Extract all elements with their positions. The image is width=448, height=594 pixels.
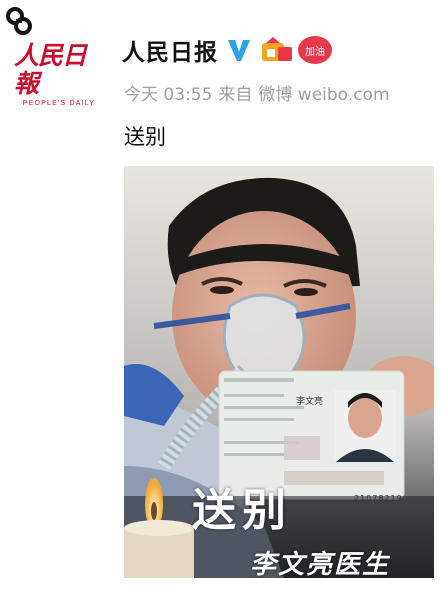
post-time: 今天 03:55 <box>124 85 213 105</box>
verified-v-icon[interactable] <box>226 37 252 63</box>
photo-caption-sub: 李文亮医生 <box>250 550 391 580</box>
source-prefix: 来自 <box>218 85 253 105</box>
photo-caption-main: 送别 <box>192 485 292 536</box>
avatar-title: 人民日報 <box>14 40 87 98</box>
avatar-subtitle: PEOPLE'S DAILY <box>22 99 96 107</box>
like-badge-text: 加油 <box>305 46 325 58</box>
corner-logo-icon <box>6 7 32 35</box>
post-header: 人民日报 加油 <box>122 32 332 68</box>
id-card-number: 21078219 <box>354 494 403 503</box>
account-name[interactable]: 人民日报 <box>122 33 218 67</box>
post-source[interactable]: 微博 weibo.com <box>258 85 389 105</box>
heart-badge-icon[interactable]: 加油 <box>298 36 332 64</box>
post-text: 送别 <box>124 125 166 149</box>
member-badge-icon[interactable] <box>260 37 294 63</box>
id-card-name: 李文亮 <box>296 397 324 407</box>
account-avatar[interactable]: 人民日報 PEOPLE'S DAILY <box>14 40 104 107</box>
post-meta: 今天 03:55 来自 微博 weibo.com <box>124 80 396 105</box>
